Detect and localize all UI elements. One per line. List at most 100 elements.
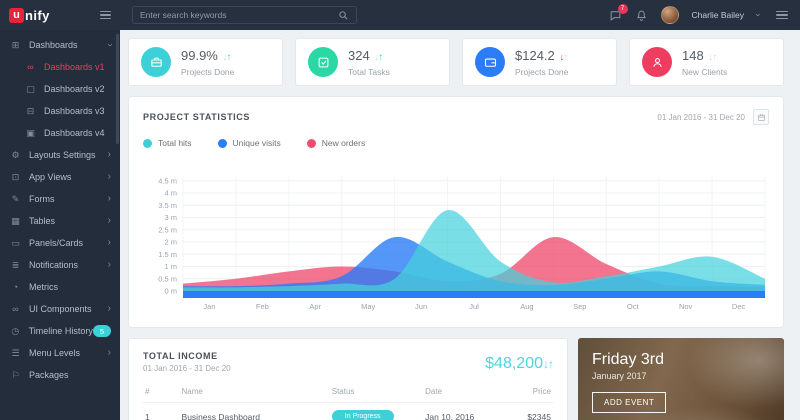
sidebar-collapse-icon[interactable] xyxy=(100,11,111,20)
sidebar-item-layouts-settings[interactable]: ⚙ Layouts Settings › xyxy=(0,144,120,166)
check-square-icon xyxy=(308,47,338,77)
sidebar-item-packages[interactable]: ⚐ Packages xyxy=(0,364,120,386)
svg-text:2.5 m: 2.5 m xyxy=(158,225,177,234)
person-icon xyxy=(642,47,672,77)
bell-icon[interactable] xyxy=(635,9,648,22)
search-box xyxy=(132,6,357,24)
pencil-icon: ✎ xyxy=(9,194,22,205)
svg-text:1.5 m: 1.5 m xyxy=(158,250,177,259)
infinity-icon: ∞ xyxy=(9,304,22,314)
stat-card-projects-done[interactable]: 99.9% ↓↑ Projects Done xyxy=(128,38,283,86)
sidebar-item-dashboards-v1[interactable]: ∞ Dashboards v1 xyxy=(0,56,120,78)
stat-value: 99.9% xyxy=(181,48,218,63)
svg-text:2 m: 2 m xyxy=(164,238,177,247)
sidebar-item-panels-cards[interactable]: ▭ Panels/Cards › xyxy=(0,232,120,254)
sidebar-item-dashboards-v2[interactable]: ▢ Dashboards v2 xyxy=(0,78,120,100)
briefcase-icon xyxy=(141,47,171,77)
app-logo[interactable]: u nify xyxy=(9,8,50,23)
stats-row: 99.9% ↓↑ Projects Done 324 ↓↑ Total Task… xyxy=(128,38,784,86)
total-income-panel: TOTAL INCOME 01 Jan 2016 - 31 Dec 20 $48… xyxy=(128,338,568,420)
svg-text:3.5 m: 3.5 m xyxy=(158,201,177,210)
sidebar-item-menu-levels[interactable]: ☰ Menu Levels › xyxy=(0,342,120,364)
svg-text:Jul: Jul xyxy=(469,302,479,311)
project-statistics-panel: PROJECT STATISTICS 01 Jan 2016 - 31 Dec … xyxy=(128,96,784,328)
legend-unique-visits[interactable]: Unique visits xyxy=(218,138,281,148)
chat-icon[interactable]: 7 xyxy=(609,9,622,22)
sidebar-header: u nify xyxy=(0,0,120,30)
stat-card-total-tasks[interactable]: 324 ↓↑ Total Tasks xyxy=(295,38,450,86)
screen-icon: ▭ xyxy=(9,238,22,249)
add-event-button[interactable]: ADD EVENT xyxy=(592,392,666,413)
stat-label: Projects Done xyxy=(515,67,568,77)
user-menu-caret-icon[interactable]: › xyxy=(754,14,764,17)
stat-card-new-clients[interactable]: 148 ↓↑ New Clients xyxy=(629,38,784,86)
event-date-title: Friday 3rd xyxy=(592,351,770,369)
search-input[interactable] xyxy=(140,10,338,20)
svg-text:Jan: Jan xyxy=(203,302,215,311)
sidebar-item-notifications[interactable]: ≣ Notifications › xyxy=(0,254,120,276)
app-window: u nify ⊞ Dashboards › ∞ Dashboards v1 ▢ … xyxy=(0,0,800,420)
legend-dot xyxy=(307,139,316,148)
sidebar-item-dashboards[interactable]: ⊞ Dashboards › xyxy=(0,34,120,56)
chevron-right-icon: › xyxy=(108,238,111,248)
svg-text:0 m: 0 m xyxy=(164,287,177,296)
svg-text:1 m: 1 m xyxy=(164,262,177,271)
svg-text:May: May xyxy=(361,302,375,311)
panel-icon: ▣ xyxy=(24,128,37,139)
date-range-picker[interactable]: 01 Jan 2016 - 31 Dec 20 xyxy=(657,113,745,122)
stat-label: Projects Done xyxy=(181,67,234,77)
trend-arrows: ↓↑ xyxy=(543,357,553,371)
bottom-row: TOTAL INCOME 01 Jan 2016 - 31 Dec 20 $48… xyxy=(128,338,784,420)
clock-icon: ◷ xyxy=(9,326,22,337)
topbar-actions: 7 Charlie Bailey › xyxy=(609,6,788,24)
event-card: Friday 3rd January 2017 ADD EVENT xyxy=(578,338,784,420)
sidebar-menu: ⊞ Dashboards › ∞ Dashboards v1 ▢ Dashboa… xyxy=(0,30,120,386)
sidebar-item-metrics[interactable]: ◔ Metrics xyxy=(0,276,120,298)
stat-card-projects-income[interactable]: $124.2 ↓↑ Projects Done xyxy=(462,38,617,86)
stat-value: 148 xyxy=(682,48,704,63)
chevron-right-icon: › xyxy=(108,194,111,204)
table-icon: ▦ xyxy=(9,216,22,227)
project-statistics-chart: 0 m0.5 m1 m1.5 m2 m2.5 m3 m3.5 m4 m4.5 m… xyxy=(143,154,771,319)
sidebar-item-dashboards-v3[interactable]: ⊟ Dashboards v3 xyxy=(0,100,120,122)
wallet-icon xyxy=(475,47,505,77)
sidebar-item-dashboards-v4[interactable]: ▣ Dashboards v4 xyxy=(0,122,120,144)
timeline-badge: 5 xyxy=(93,325,111,337)
svg-text:Sep: Sep xyxy=(573,302,586,311)
sidebar-item-app-views[interactable]: ⊡ App Views › xyxy=(0,166,120,188)
income-amount: $48,200↓↑ xyxy=(485,355,553,373)
trend-arrows: ↓↑ xyxy=(708,52,716,63)
panel-title: PROJECT STATISTICS xyxy=(143,112,250,122)
svg-text:Feb: Feb xyxy=(256,302,269,311)
chevron-right-icon: › xyxy=(108,304,111,314)
topbar-menu-icon[interactable] xyxy=(776,11,788,20)
legend-total-hits[interactable]: Total hits xyxy=(143,138,192,148)
stat-value: $124.2 xyxy=(515,48,555,63)
svg-text:Oct: Oct xyxy=(627,302,640,311)
chevron-right-icon: › xyxy=(108,216,111,226)
chevron-right-icon: › xyxy=(108,172,111,182)
dashboard-grid-icon: ⊞ xyxy=(9,40,22,51)
income-table: # Name Status Date Price 1 Business Dash… xyxy=(143,383,553,420)
svg-text:4.5 m: 4.5 m xyxy=(158,176,177,185)
legend-dot xyxy=(143,139,152,148)
legend-new-orders[interactable]: New orders xyxy=(307,138,365,148)
chevron-right-icon: › xyxy=(108,348,111,358)
svg-text:3 m: 3 m xyxy=(164,213,177,222)
lightbulb-icon: ⚐ xyxy=(9,370,22,381)
svg-text:4 m: 4 m xyxy=(164,189,177,198)
sidebar-item-tables[interactable]: ▦ Tables › xyxy=(0,210,120,232)
legend-dot xyxy=(218,139,227,148)
sidebar-item-timeline-history[interactable]: ◷ Timeline History 5 xyxy=(0,320,120,342)
calendar-icon[interactable] xyxy=(753,109,769,125)
topbar: 7 Charlie Bailey › xyxy=(120,0,800,30)
trend-arrows: ↓↑ xyxy=(374,52,382,63)
sidebar-item-forms[interactable]: ✎ Forms › xyxy=(0,188,120,210)
table-row[interactable]: 1 Business Dashboard In Progress Jan 10,… xyxy=(143,403,553,420)
search-icon[interactable] xyxy=(338,10,349,21)
user-avatar[interactable] xyxy=(661,6,679,24)
chat-badge: 7 xyxy=(618,4,628,14)
user-name[interactable]: Charlie Bailey xyxy=(692,10,744,20)
chevron-right-icon: › xyxy=(108,150,111,160)
sidebar-item-ui-components[interactable]: ∞ UI Components › xyxy=(0,298,120,320)
